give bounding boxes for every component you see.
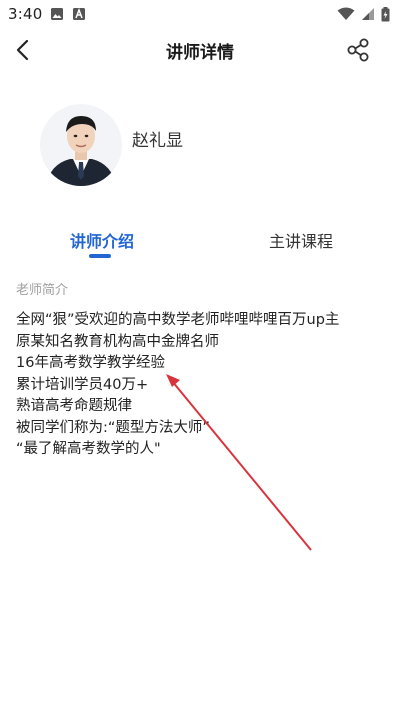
bio-line: 全网“狠”受欢迎的高中数学老师哔哩哔哩百万up主 xyxy=(16,312,340,328)
bio-line: “最了解高考数学的人" xyxy=(16,441,161,457)
wifi-icon xyxy=(337,7,355,20)
teacher-name: 赵礼显 xyxy=(132,131,183,151)
image-icon xyxy=(51,8,64,20)
signal-icon xyxy=(362,8,374,20)
teacher-profile: 赵礼显 xyxy=(40,104,360,188)
tab-main-courses[interactable]: 主讲课程 xyxy=(269,228,333,252)
font-icon xyxy=(73,7,86,20)
bio-line: 被同学们称为:“题型方法大师” xyxy=(16,419,210,436)
tab-bar: 讲师介绍 主讲课程 xyxy=(0,222,400,262)
bio-line: 熟谙高考命题规律 xyxy=(16,398,132,414)
bio-line: 原某知名教育机构高中金牌名师 xyxy=(16,333,219,350)
battery-icon xyxy=(381,6,390,21)
app-bar: 讲师详情 xyxy=(0,28,400,72)
page-title: 讲师详情 xyxy=(166,43,234,63)
share-icon xyxy=(347,38,369,62)
share-button[interactable] xyxy=(342,34,374,66)
bio-line: 累计培训学员40万+ xyxy=(16,376,149,393)
status-time: 3:40 xyxy=(8,5,43,23)
section-label: 老师简介 xyxy=(16,283,69,298)
tab-teacher-intro[interactable]: 讲师介绍 xyxy=(70,228,134,252)
active-tab-indicator xyxy=(89,254,111,258)
status-bar: 3:40 xyxy=(0,0,400,28)
teacher-avatar xyxy=(40,104,122,186)
teacher-bio: 全网“狠”受欢迎的高中数学老师哔哩哔哩百万up主 原某知名教育机构高中金牌名师 … xyxy=(16,310,386,461)
bio-line: 16年高考数学教学经验 xyxy=(16,355,165,371)
